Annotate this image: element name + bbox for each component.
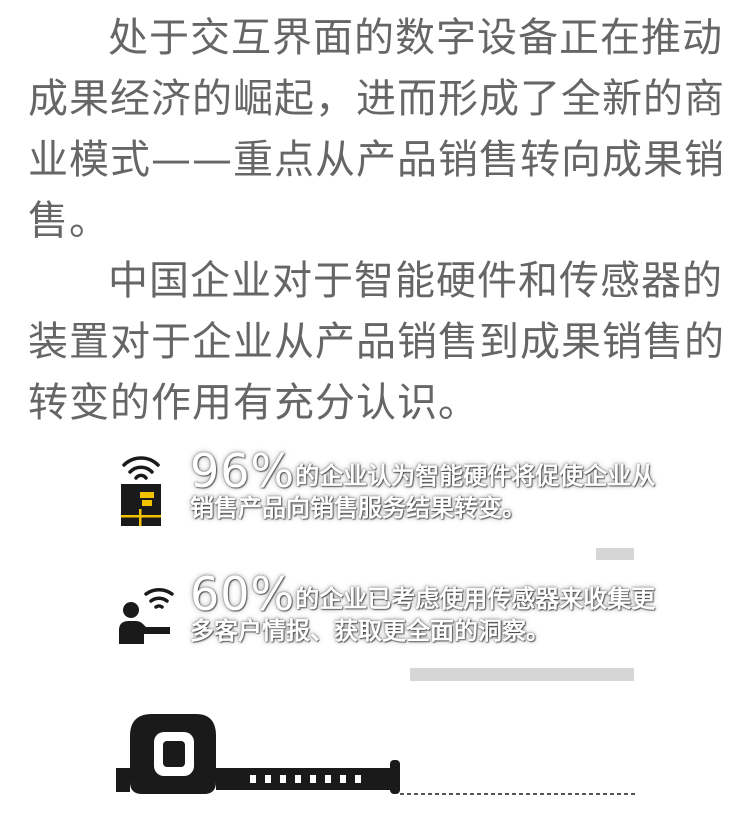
paragraph-outcome-economy: 处于交互界面的数字设备正在推动成果经济的崛起，进而形成了全新的商业模式——重点从…	[28, 15, 725, 244]
wifi-device-icon	[118, 452, 164, 532]
paragraph-smart-hardware: 中国企业对于智能硬件和传感器的装置对于企业从产品销售到成果销售的转变的作用有充分…	[28, 258, 725, 426]
stat-value: 96%	[190, 444, 296, 498]
decorative-bar	[410, 668, 634, 681]
stat-value: 60%	[190, 567, 296, 621]
stat-sensors: 60%的企业已考虑使用传感器来收集更多客户情报、获取更全面的洞察。	[190, 571, 660, 647]
wifi-person-icon	[118, 584, 178, 650]
stat-smart-hardware: 96%的企业认为智能硬件将促使企业从销售产品向销售服务结果转变。	[190, 448, 660, 524]
measuring-tape-icon	[110, 706, 640, 805]
decorative-bar	[596, 548, 634, 560]
